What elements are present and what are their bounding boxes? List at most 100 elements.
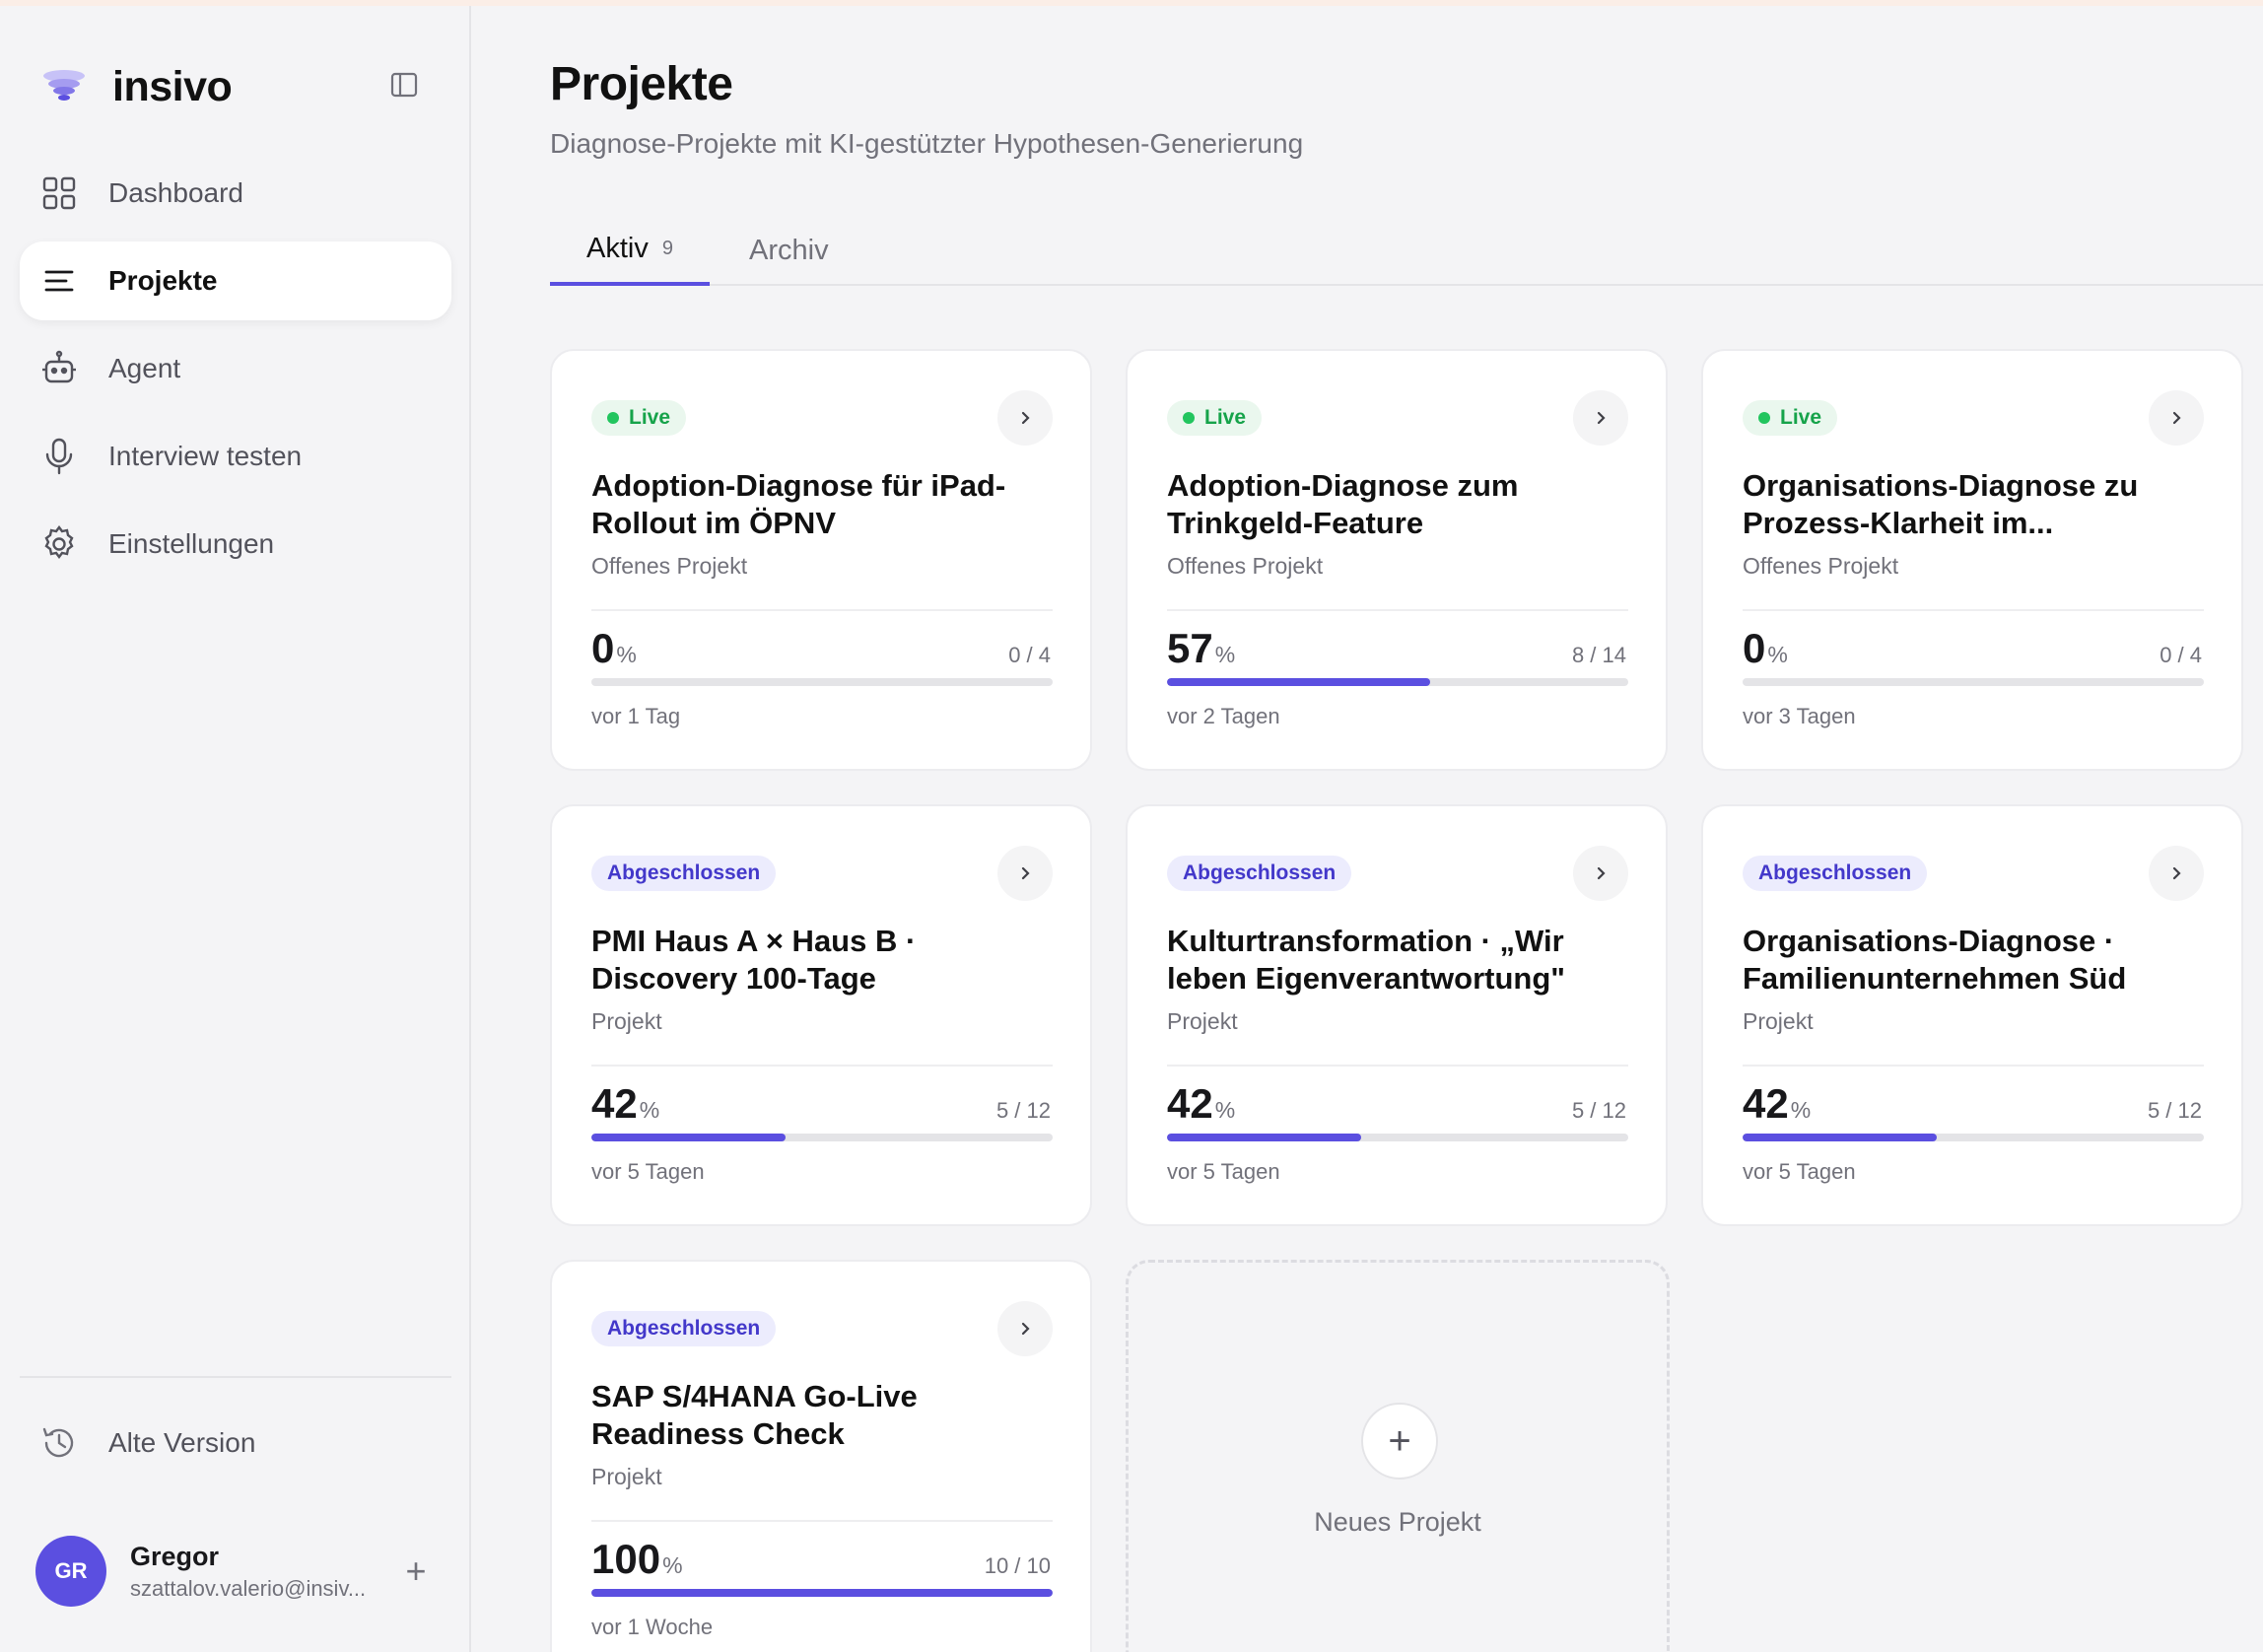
card-divider — [1167, 1065, 1628, 1067]
chevron-right-icon[interactable] — [997, 846, 1053, 901]
progress-ratio: 5 / 12 — [1571, 1098, 1626, 1123]
user-profile[interactable]: GR Gregor szattalov.valerio@insiv... + — [35, 1532, 440, 1611]
project-card[interactable]: Abgeschlossen Organisations-Diagnose · F… — [1701, 804, 2243, 1226]
card-divider — [591, 609, 1053, 611]
project-title: Kulturtransformation · „Wir leben Eigenv… — [1167, 924, 1565, 996]
progress-bar-fill — [1743, 1134, 1937, 1141]
project-title: SAP S/4HANA Go-Live Readiness Check — [591, 1379, 918, 1451]
status-label: Abgeschlossen — [1183, 861, 1337, 884]
sidebar-panel-icon — [390, 72, 418, 98]
card-divider — [1743, 1065, 2204, 1067]
gear-icon — [39, 524, 79, 564]
sidebar-item-label: Dashboard — [108, 177, 243, 208]
tab-label: Aktiv — [586, 232, 649, 264]
progress-bar-fill — [591, 1589, 1053, 1597]
updated-time: vor 5 Tagen — [1167, 1159, 1280, 1184]
add-account-button[interactable]: + — [396, 1550, 436, 1591]
brand-name: insivo — [112, 62, 233, 110]
percent-value: 0 — [1743, 625, 1766, 671]
chevron-right-icon[interactable] — [997, 390, 1053, 446]
sidebar-item-projekte[interactable]: Projekte — [20, 241, 451, 320]
chevron-right-icon[interactable] — [997, 1301, 1053, 1356]
project-type: Projekt — [1743, 1008, 1814, 1034]
project-title: Organisations-Diagnose zu Prozess-Klarhe… — [1743, 468, 2139, 540]
progress-bar — [591, 1589, 1053, 1597]
updated-time: vor 3 Tagen — [1743, 704, 1856, 728]
progress-percent: 0% — [591, 625, 637, 672]
progress-bar — [1743, 1134, 2204, 1141]
page-title: Projekte — [550, 58, 733, 110]
brand[interactable]: insivo — [41, 57, 233, 116]
progress-percent: 0% — [1743, 625, 1788, 672]
progress-ratio: 8 / 14 — [1571, 643, 1626, 667]
percent-value: 42 — [591, 1080, 638, 1127]
status-badge: Live — [1743, 400, 1838, 436]
user-name: Gregor — [130, 1541, 220, 1571]
project-card[interactable]: Abgeschlossen PMI Haus A × Haus B · Disc… — [550, 804, 1092, 1226]
progress-bar — [1743, 678, 2204, 686]
sidebar-divider — [20, 1376, 451, 1378]
sidebar-item-label: Einstellungen — [108, 528, 275, 559]
user-info: Gregor szattalov.valerio@insiv... — [130, 1542, 388, 1602]
percent-sign: % — [1790, 1097, 1812, 1123]
project-card[interactable]: Live Organisations-Diagnose zu Prozess-K… — [1701, 349, 2243, 771]
percent-sign: % — [1214, 1097, 1236, 1123]
project-card[interactable]: Abgeschlossen Kulturtransformation · „Wi… — [1126, 804, 1668, 1226]
tab-archiv[interactable]: Archiv — [749, 215, 829, 286]
progress-ratio: 5 / 12 — [2147, 1098, 2202, 1123]
old-version-link[interactable]: Alte Version — [39, 1404, 255, 1482]
tab-aktiv[interactable]: Aktiv 9 — [550, 215, 710, 286]
progress-percent: 42% — [591, 1080, 659, 1128]
tab-bar: Aktiv 9 Archiv — [550, 215, 2263, 286]
live-dot-icon — [1758, 412, 1770, 424]
progress-percent: 100% — [591, 1536, 683, 1583]
tab-count-badge: 9 — [661, 237, 673, 259]
project-title: PMI Haus A × Haus B · Discovery 100-Tage — [591, 924, 917, 996]
status-label: Live — [629, 406, 671, 429]
sidebar-item-dashboard[interactable]: Dashboard — [20, 154, 451, 233]
new-project-label: Neues Projekt — [1314, 1507, 1481, 1537]
sidebar-collapse-button[interactable] — [384, 65, 424, 104]
project-title: Adoption-Diagnose für iPad-Rollout im ÖP… — [591, 468, 1006, 540]
progress-ratio: 0 / 4 — [1008, 643, 1051, 667]
sidebar-item-agent[interactable]: Agent — [20, 329, 451, 408]
project-type: Projekt — [591, 1008, 662, 1034]
sidebar: insivo Dashboard Projekte Agent Intervie… — [0, 6, 471, 1652]
status-label: Live — [1780, 406, 1822, 429]
status-label: Live — [1204, 406, 1247, 429]
user-email: szattalov.valerio@insiv... — [130, 1575, 367, 1601]
chevron-right-icon[interactable] — [1573, 390, 1628, 446]
progress-bar-fill — [1167, 678, 1430, 686]
chevron-right-icon[interactable] — [1573, 846, 1628, 901]
project-card[interactable]: Live Adoption-Diagnose zum Trinkgeld-Fea… — [1126, 349, 1668, 771]
percent-sign: % — [639, 1097, 660, 1123]
brand-logo-icon — [43, 70, 85, 101]
project-type: Offenes Projekt — [1743, 553, 1899, 579]
page-subtitle: Diagnose-Projekte mit KI-gestützter Hypo… — [550, 128, 1304, 159]
plus-icon: + — [1361, 1403, 1438, 1480]
chevron-right-icon[interactable] — [2149, 390, 2204, 446]
progress-bar — [1167, 678, 1628, 686]
sidebar-item-einstellungen[interactable]: Einstellungen — [20, 505, 451, 584]
progress-bar — [591, 1134, 1053, 1141]
progress-bar — [591, 678, 1053, 686]
project-card[interactable]: Abgeschlossen SAP S/4HANA Go-Live Readin… — [550, 1260, 1092, 1652]
avatar: GR — [35, 1536, 106, 1607]
progress-percent: 57% — [1167, 625, 1235, 672]
status-label: Abgeschlossen — [607, 861, 761, 884]
project-title: Organisations-Diagnose · Familienunterne… — [1743, 924, 2127, 996]
sidebar-item-interview-testen[interactable]: Interview testen — [20, 417, 451, 496]
card-divider — [1167, 609, 1628, 611]
project-type: Projekt — [1167, 1008, 1238, 1034]
progress-bar-fill — [1167, 1134, 1361, 1141]
updated-time: vor 5 Tagen — [1743, 1159, 1856, 1184]
status-label: Abgeschlossen — [1758, 861, 1912, 884]
new-project-card[interactable]: + Neues Projekt — [1126, 1260, 1670, 1652]
tab-label: Archiv — [749, 234, 829, 266]
percent-value: 42 — [1743, 1080, 1789, 1127]
card-divider — [591, 1520, 1053, 1522]
project-card[interactable]: Live Adoption-Diagnose für iPad-Rollout … — [550, 349, 1092, 771]
status-badge: Abgeschlossen — [591, 1311, 777, 1346]
chevron-right-icon[interactable] — [2149, 846, 2204, 901]
sidebar-item-label: Projekte — [108, 265, 218, 296]
